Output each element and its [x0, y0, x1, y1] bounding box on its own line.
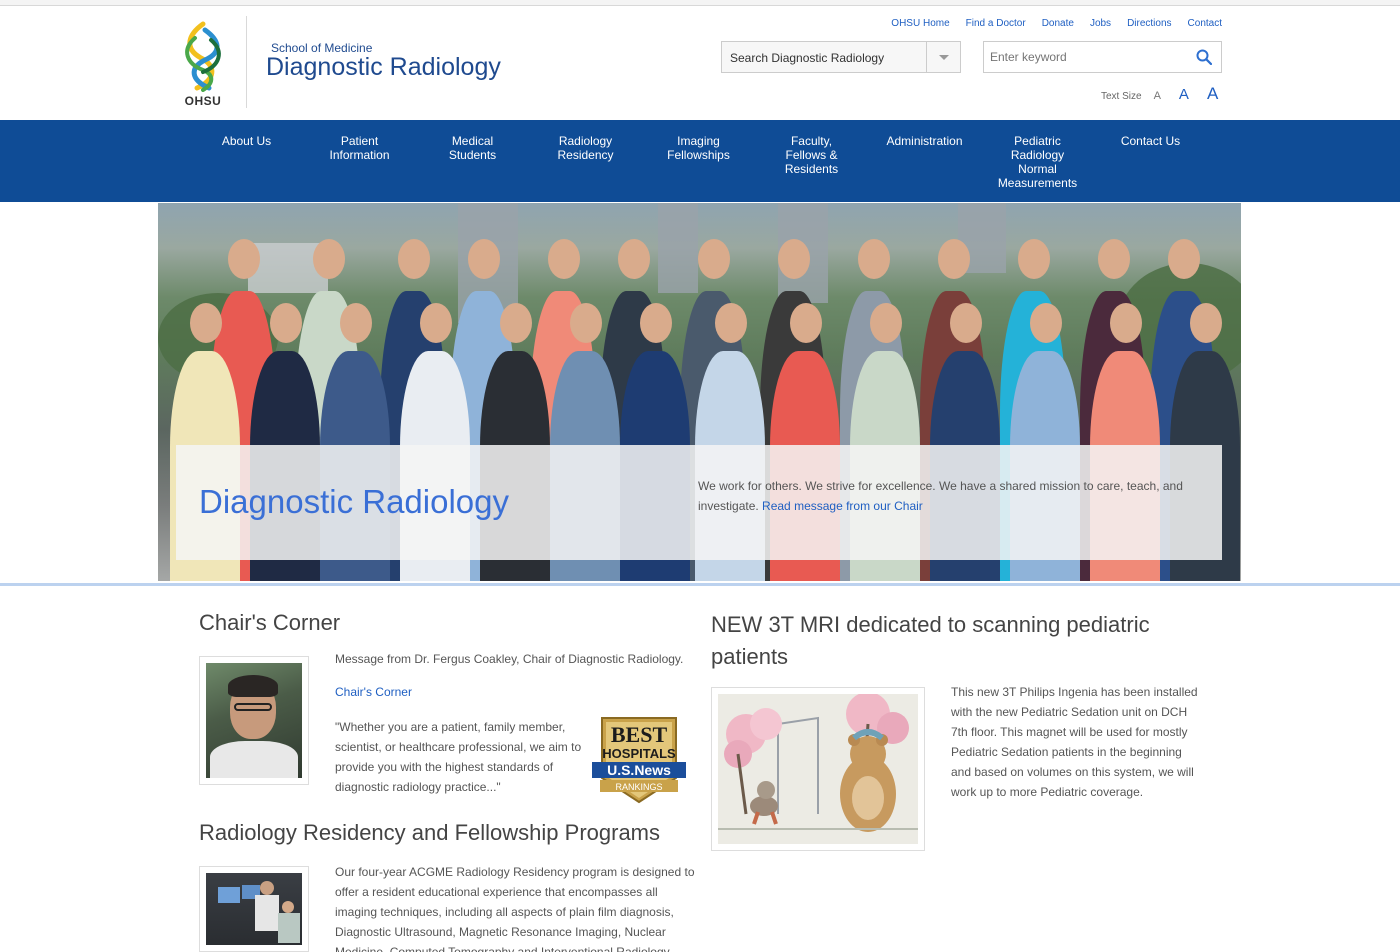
mri-illustration	[718, 694, 918, 844]
us-news-best-hospitals-badge[interactable]: BEST HOSPITALS U.S.News RANKINGS	[590, 716, 688, 804]
link-contact[interactable]: Contact	[1188, 18, 1222, 29]
chair-quote: "Whether you are a patient, family membe…	[335, 720, 582, 794]
hero-building	[658, 203, 698, 293]
hero-divider	[0, 583, 1400, 586]
badge-usnews: U.S.News	[607, 762, 671, 778]
chairs-corner-heading: Chair's Corner	[199, 610, 341, 635]
hero-text: We work for others. We strive for excell…	[698, 476, 1188, 516]
hero-banner: Diagnostic Radiology We work for others.…	[158, 203, 1241, 581]
hero-person-head	[1030, 303, 1062, 343]
hero-title: Diagnostic Radiology	[199, 483, 510, 520]
badge-rankings: RANKINGS	[615, 782, 662, 792]
hero-person-head	[1190, 303, 1222, 343]
mri-heading: NEW 3T MRI dedicated to scanning pediatr…	[711, 612, 1150, 669]
logo-text: OHSU	[184, 94, 222, 108]
search-icon[interactable]	[1196, 49, 1212, 65]
hero-person-head	[778, 239, 810, 279]
hero-person-head	[715, 303, 747, 343]
nav-medical-students[interactable]: Medical Students	[416, 134, 529, 162]
nav-radiology-residency[interactable]: Radiology Residency	[529, 134, 642, 162]
nav-faculty-fellows-residents[interactable]: Faculty, Fellows & Residents	[755, 134, 868, 176]
text-size-large[interactable]: A	[1207, 84, 1218, 104]
nav-patient-information[interactable]: Patient Information	[303, 134, 416, 162]
hero-person-head	[190, 303, 222, 343]
nav-administration[interactable]: Administration	[868, 134, 981, 148]
department-title[interactable]: Diagnostic Radiology	[266, 53, 501, 82]
photo-person-body	[278, 913, 300, 943]
hero-person-head	[270, 303, 302, 343]
hero-person-head	[468, 239, 500, 279]
mri-illustration-art	[718, 694, 918, 844]
link-donate[interactable]: Donate	[1042, 18, 1074, 29]
search-scope-label: Search Diagnostic Radiology	[730, 51, 885, 65]
keyword-search	[983, 41, 1222, 73]
search-scope-select[interactable]: Search Diagnostic Radiology	[721, 41, 961, 73]
logo-divider	[246, 16, 247, 108]
ohsu-logo[interactable]: OHSU	[175, 20, 231, 108]
hero-person-head	[950, 303, 982, 343]
link-jobs[interactable]: Jobs	[1090, 18, 1111, 29]
badge-hospitals: HOSPITALS	[602, 746, 676, 761]
hero-person-head	[398, 239, 430, 279]
hero-person-head	[938, 239, 970, 279]
photo-person-head	[260, 881, 274, 895]
mri-photo	[711, 687, 925, 851]
hero-person-head	[1168, 239, 1200, 279]
hero-person-head	[420, 303, 452, 343]
chair-portrait	[199, 656, 309, 785]
utility-links: OHSU Home Find a Doctor Donate Jobs Dire…	[875, 18, 1222, 29]
chair-portrait-image	[206, 663, 302, 778]
mri-text: This new 3T Philips Ingenia has been ins…	[951, 685, 1198, 799]
ohsu-logo-icon	[185, 21, 221, 92]
link-find-a-doctor[interactable]: Find a Doctor	[966, 18, 1026, 29]
hero-person-head	[500, 303, 532, 343]
residency-photo	[199, 866, 309, 952]
hero-person-head	[858, 239, 890, 279]
photo-person-body	[255, 895, 279, 931]
chairs-corner-link[interactable]: Chair's Corner	[335, 685, 412, 699]
hero-person-head	[1098, 239, 1130, 279]
hero-person-head	[640, 303, 672, 343]
chair-message: Message from Dr. Fergus Coakley, Chair o…	[335, 652, 684, 666]
text-size-small[interactable]: A	[1154, 90, 1161, 102]
best-hospitals-badge-icon: BEST HOSPITALS U.S.News RANKINGS	[592, 717, 686, 804]
chevron-down-icon[interactable]	[926, 42, 960, 72]
hero-person-head	[228, 239, 260, 279]
photo-monitor	[218, 887, 240, 903]
hero-person-head	[1018, 239, 1050, 279]
photo-person-head	[282, 901, 294, 913]
hero-person-head	[548, 239, 580, 279]
site-header: OHSU School of Medicine Diagnostic Radio…	[0, 6, 1400, 120]
hero-chair-link[interactable]: Read message from our Chair	[762, 499, 923, 513]
hero-person-head	[1110, 303, 1142, 343]
hero-person-head	[698, 239, 730, 279]
nav-pediatric-radiology[interactable]: Pediatric Radiology Normal Measurements	[981, 134, 1094, 190]
hero-person-head	[570, 303, 602, 343]
residency-photo-image	[206, 873, 302, 945]
portrait-glasses	[234, 703, 272, 711]
text-size-label: Text Size	[1101, 91, 1142, 102]
residency-heading: Radiology Residency and Fellowship Progr…	[199, 820, 661, 845]
hero-person-head	[340, 303, 372, 343]
hero-overlay: Diagnostic Radiology We work for others.…	[176, 445, 1222, 560]
hero-person-head	[870, 303, 902, 343]
residency-text: Our four-year ACGME Radiology Residency …	[335, 865, 695, 952]
nav-contact-us[interactable]: Contact Us	[1094, 134, 1207, 148]
badge-best: BEST	[611, 722, 668, 747]
hero-person-head	[618, 239, 650, 279]
nav-imaging-fellowships[interactable]: Imaging Fellowships	[642, 134, 755, 162]
link-ohsu-home[interactable]: OHSU Home	[891, 18, 949, 29]
text-size-control: Text Size A A A	[1101, 84, 1218, 104]
main-navigation: About Us Patient Information Medical Stude…	[0, 120, 1400, 202]
link-directions[interactable]: Directions	[1127, 18, 1171, 29]
hero-person-head	[313, 239, 345, 279]
text-size-medium[interactable]: A	[1179, 86, 1189, 103]
hero-person-head	[790, 303, 822, 343]
portrait-hair	[228, 675, 278, 697]
nav-about-us[interactable]: About Us	[190, 134, 303, 148]
keyword-input[interactable]	[984, 42, 1189, 72]
portrait-shirt	[210, 741, 298, 778]
